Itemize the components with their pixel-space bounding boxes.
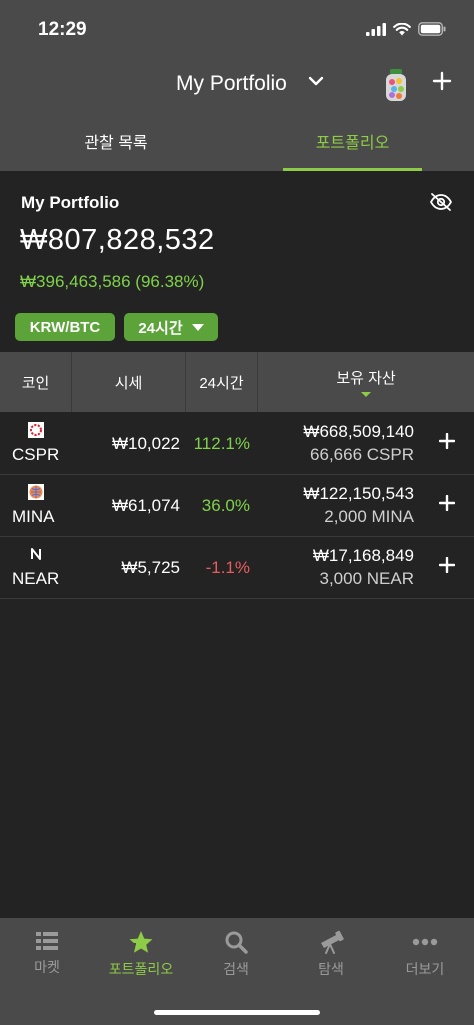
coin-price: ₩61,074 <box>111 496 180 515</box>
column-coin[interactable]: 코인 <box>0 352 72 412</box>
mina-coin-icon <box>28 484 44 500</box>
sort-desc-icon <box>361 392 371 397</box>
holding-amount: 66,666 CSPR <box>310 445 414 464</box>
column-24h[interactable]: 24시간 <box>186 352 258 412</box>
currency-toggle-button[interactable]: KRW/BTC <box>15 313 115 341</box>
top-bar: 12:29 My Portfolio 관찰 목록 포트폴리오 <box>0 0 474 171</box>
coin-change: 112.1% <box>193 434 250 453</box>
nav-explore[interactable]: 탐색 <box>284 930 378 980</box>
tab-portfolio[interactable]: 포트폴리오 <box>283 110 422 171</box>
near-coin-icon <box>31 548 41 560</box>
nav-portfolio-label: 포트폴리오 <box>108 961 174 977</box>
table-row[interactable]: CSPR ₩10,022 112.1% ₩668,509,140 66,666 … <box>0 413 474 475</box>
nav-search[interactable]: 검색 <box>189 930 283 980</box>
nav-portfolio[interactable]: 포트폴리오 <box>94 930 188 980</box>
table-row[interactable]: MINA ₩61,074 36.0% ₩122,150,543 2,000 MI… <box>0 475 474 537</box>
add-icon[interactable] <box>431 70 453 92</box>
eye-off-icon[interactable] <box>429 192 453 212</box>
coin-symbol: MINA <box>12 507 55 526</box>
chevron-down-icon[interactable] <box>308 76 324 86</box>
coin-symbol: CSPR <box>12 445 60 464</box>
nav-explore-label: 탐색 <box>318 961 344 977</box>
list-icon <box>36 932 58 950</box>
bottom-nav: 마켓 포트폴리오 검색 탐색 더보기 <box>0 918 474 1025</box>
status-time: 12:29 <box>38 19 87 40</box>
nav-market[interactable]: 마켓 <box>0 930 94 980</box>
nav-more-label: 더보기 <box>405 961 445 977</box>
column-holdings-label: 보유 자산 <box>336 370 396 387</box>
header: My Portfolio <box>0 62 474 108</box>
tab-bar: 관찰 목록 포트폴리오 <box>0 110 474 171</box>
profit-loss: ₩396,463,586 (96.38%) <box>20 272 205 291</box>
table-header: 코인 시세 24시간 보유 자산 <box>0 352 474 412</box>
wifi-icon <box>393 22 411 35</box>
battery-icon <box>418 22 446 36</box>
caret-down-icon <box>191 323 204 331</box>
holding-value: ₩122,150,543 <box>303 484 414 503</box>
coin-change: -1.1% <box>205 558 250 577</box>
casper-coin-icon <box>28 422 44 438</box>
portfolio-selector[interactable]: My Portfolio <box>176 72 287 96</box>
total-value: ₩807,828,532 <box>20 224 215 256</box>
search-icon <box>225 931 248 954</box>
tab-watchlist[interactable]: 관찰 목록 <box>28 110 204 171</box>
add-transaction-icon[interactable] <box>439 495 455 511</box>
holding-amount: 3,000 NEAR <box>319 569 415 588</box>
holding-value: ₩668,509,140 <box>303 422 414 441</box>
status-bar: 12:29 <box>0 0 474 58</box>
portfolio-title: My Portfolio <box>21 193 120 212</box>
coin-symbol: NEAR <box>12 569 60 588</box>
jar-icon[interactable] <box>384 68 408 102</box>
more-icon <box>412 938 438 946</box>
add-transaction-icon[interactable] <box>439 433 455 449</box>
table-row[interactable]: NEAR ₩5,725 -1.1% ₩17,168,849 3,000 NEAR <box>0 537 474 599</box>
add-transaction-icon[interactable] <box>439 557 455 573</box>
active-tab-indicator <box>283 168 422 171</box>
period-dropdown[interactable]: 24시간 <box>124 313 218 341</box>
coin-price: ₩10,022 <box>111 434 180 453</box>
telescope-icon <box>321 930 344 954</box>
period-label: 24시간 <box>138 319 183 337</box>
coin-price: ₩5,725 <box>121 558 180 577</box>
signal-icon <box>366 22 386 36</box>
nav-more[interactable]: 더보기 <box>378 930 472 980</box>
column-holdings[interactable]: 보유 자산 <box>258 352 474 412</box>
holding-amount: 2,000 MINA <box>324 507 414 526</box>
home-indicator <box>154 1010 320 1015</box>
star-icon <box>129 931 153 953</box>
nav-search-label: 검색 <box>223 961 249 977</box>
nav-market-label: 마켓 <box>34 959 60 975</box>
column-price[interactable]: 시세 <box>72 352 186 412</box>
coin-change: 36.0% <box>201 496 250 515</box>
holding-value: ₩17,168,849 <box>312 546 414 565</box>
status-icons <box>366 22 446 36</box>
